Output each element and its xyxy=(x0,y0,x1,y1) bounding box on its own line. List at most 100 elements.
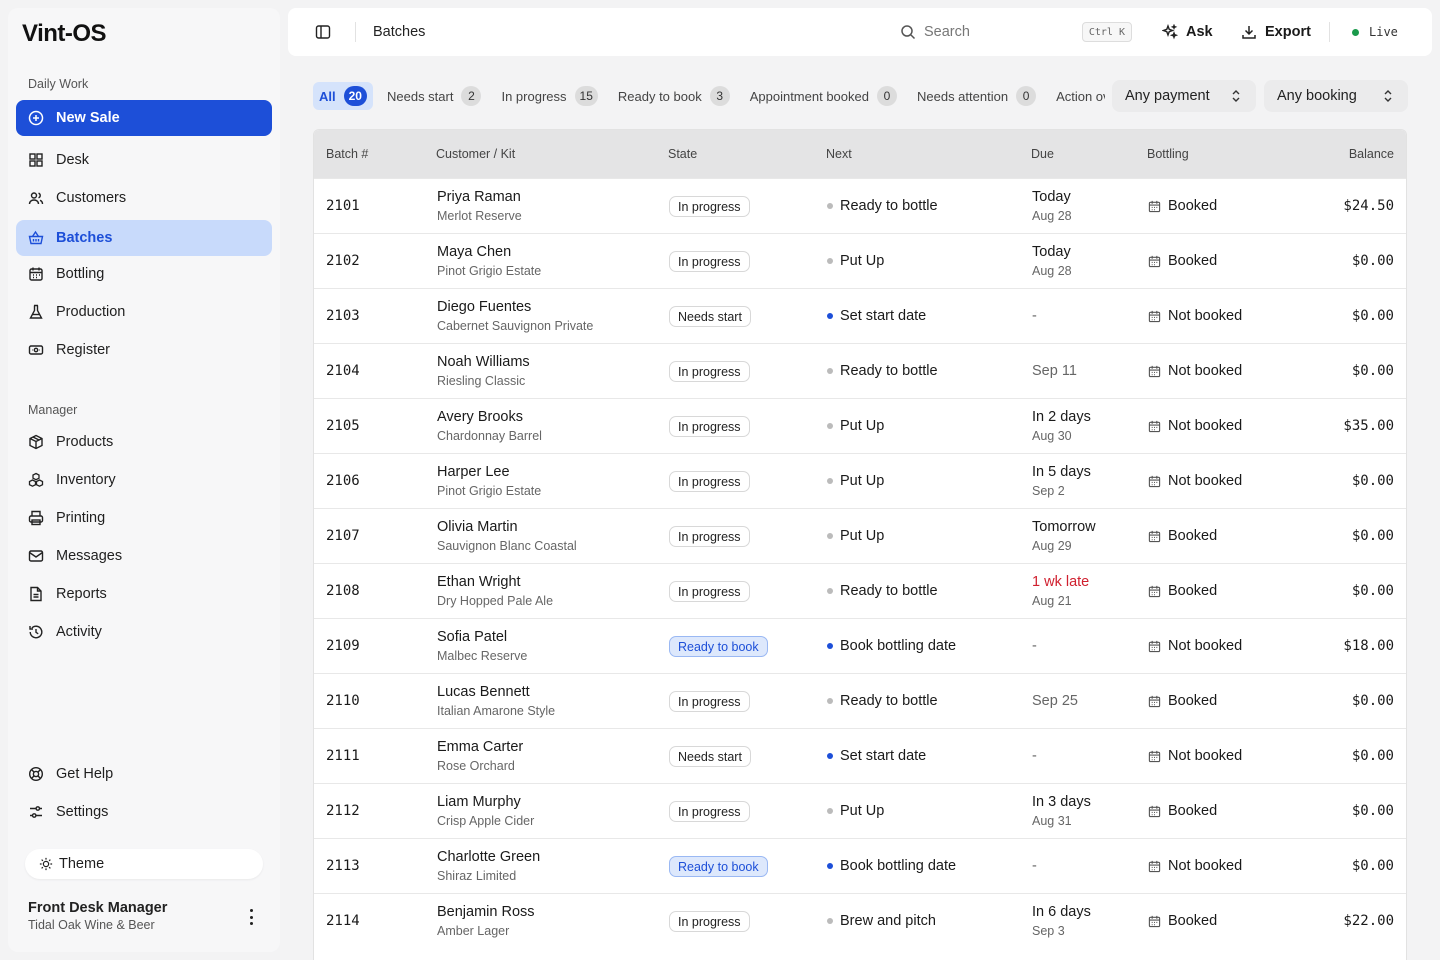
table-row[interactable]: 2101 Priya Raman Merlot Reserve In progress… xyxy=(314,178,1406,233)
due-label: Sep 11 xyxy=(1032,363,1077,379)
boxes-icon xyxy=(28,472,44,487)
kit-name: Cabernet Sauvignon Private xyxy=(437,319,594,333)
user-profile[interactable]: Front Desk Manager Tidal Oak Wine & Beer xyxy=(28,900,167,932)
table-row[interactable]: 2106 Harper Lee Pinot Grigio Estate In prog… xyxy=(314,453,1406,508)
due-date: Aug 31 xyxy=(1032,814,1072,828)
sidebar-item-register[interactable]: Register xyxy=(16,332,272,368)
more-options-icon[interactable] xyxy=(244,909,258,925)
table-row[interactable]: 2107 Olivia Martin Sauvignon Blanc Coastal… xyxy=(314,508,1406,563)
column-header-customer-kit[interactable]: Customer / Kit xyxy=(436,147,515,161)
calendar-icon xyxy=(1148,805,1161,817)
status-dot-icon xyxy=(827,258,833,264)
column-header-due[interactable]: Due xyxy=(1031,147,1054,161)
sidebar-item-messages[interactable]: Messages xyxy=(16,538,272,574)
table-row[interactable]: 2111 Emma Carter Rose Orchard Needs start Se… xyxy=(314,728,1406,783)
balance-amount: $0.00 xyxy=(1351,528,1394,544)
next-action: Set start date xyxy=(827,748,926,764)
filter-chip-action-overdue[interactable]: Action overdue xyxy=(1050,82,1105,110)
batch-number: 2102 xyxy=(326,253,360,269)
table-row[interactable]: 2110 Lucas Bennett Italian Amarone Style In… xyxy=(314,673,1406,728)
bottling-status: Booked xyxy=(1148,693,1217,709)
kit-name: Pinot Grigio Estate xyxy=(437,484,542,498)
search-input[interactable]: Search Ctrl K xyxy=(890,16,1142,48)
booking-filter-select[interactable]: Any booking xyxy=(1264,80,1408,112)
filter-chip-in-progress[interactable]: In progress 15 xyxy=(495,82,603,110)
bottling-status: Booked xyxy=(1148,913,1217,929)
basket-icon xyxy=(28,230,44,245)
sidebar-item-bottling[interactable]: Bottling xyxy=(16,256,272,292)
sidebar-item-label: Printing xyxy=(56,510,106,526)
payment-filter-select[interactable]: Any payment xyxy=(1112,80,1256,112)
table-row[interactable]: 2112 Liam Murphy Crisp Apple Cider In progr… xyxy=(314,783,1406,838)
theme-toggle[interactable]: Theme xyxy=(25,849,263,879)
balance-amount: $0.00 xyxy=(1351,473,1394,489)
due-date: Aug 28 xyxy=(1032,264,1072,278)
batch-number: 2107 xyxy=(326,528,360,544)
kit-name: Italian Amarone Style xyxy=(437,704,556,718)
state-badge: In progress xyxy=(669,416,750,437)
table-row[interactable]: 2103 Diego Fuentes Cabernet Sauvignon Priv… xyxy=(314,288,1406,343)
theme-label: Theme xyxy=(59,856,105,872)
sidebar-item-production[interactable]: Production xyxy=(16,294,272,330)
new-sale-button[interactable]: New Sale xyxy=(16,100,272,136)
chip-count: 3 xyxy=(709,86,730,106)
balance-amount: $24.50 xyxy=(1343,198,1394,214)
column-header-balance[interactable]: Balance xyxy=(1349,147,1394,161)
table-row[interactable]: 2113 Charlotte Green Shiraz Limited Ready t… xyxy=(314,838,1406,893)
balance-amount: $0.00 xyxy=(1351,363,1394,379)
status-dot-icon xyxy=(827,588,833,594)
next-action-label: Put Up xyxy=(840,528,885,544)
column-header-bottling[interactable]: Bottling xyxy=(1147,147,1189,161)
table-row[interactable]: 2104 Noah Williams Riesling Classic In prog… xyxy=(314,343,1406,398)
batch-number: 2101 xyxy=(326,198,360,214)
sidebar-item-settings[interactable]: Settings xyxy=(16,794,272,830)
kit-name: Riesling Classic xyxy=(437,374,526,388)
ask-button[interactable]: Ask xyxy=(1152,16,1223,48)
filter-chip-needs-attention[interactable]: Needs attention 0 xyxy=(911,82,1042,110)
filter-chip-appointment-booked[interactable]: Appointment booked 0 xyxy=(744,82,903,110)
table-row[interactable]: 2108 Ethan Wright Dry Hopped Pale Ale In pr… xyxy=(314,563,1406,618)
state-badge: In progress xyxy=(669,801,750,822)
search-icon xyxy=(901,25,916,40)
sidebar-item-customers[interactable]: Customers xyxy=(16,180,272,216)
due-label: 1 wk late xyxy=(1032,574,1090,590)
sidebar-item-activity[interactable]: Activity xyxy=(16,614,272,650)
next-action: Ready to bottle xyxy=(827,583,938,599)
sidebar-item-batches[interactable]: Batches xyxy=(16,220,272,256)
filter-chip-all[interactable]: All 20 xyxy=(313,82,373,110)
user-org: Tidal Oak Wine & Beer xyxy=(28,918,155,932)
balance-amount: $0.00 xyxy=(1351,693,1394,709)
bottling-label: Not booked xyxy=(1168,363,1243,379)
filter-chip-needs-start[interactable]: Needs start 2 xyxy=(381,82,487,110)
sidebar-item-inventory[interactable]: Inventory xyxy=(16,462,272,498)
chip-count: 0 xyxy=(876,86,897,106)
export-button[interactable]: Export xyxy=(1231,16,1321,48)
chip-label: Needs attention xyxy=(916,88,1009,104)
table-row[interactable]: 2105 Avery Brooks Chardonnay Barrel In prog… xyxy=(314,398,1406,453)
due-label: In 2 days xyxy=(1032,409,1091,425)
column-header-next[interactable]: Next xyxy=(826,147,852,161)
column-header-batch[interactable]: Batch # xyxy=(326,147,368,161)
sidebar-item-desk[interactable]: Desk xyxy=(16,142,272,178)
bottling-status: Not booked xyxy=(1148,748,1242,764)
customer-name: Olivia Martin xyxy=(437,519,518,535)
sidebar-toggle-icon[interactable] xyxy=(315,24,331,40)
state-badge: Ready to book xyxy=(669,636,768,657)
sidebar-item-products[interactable]: Products xyxy=(16,424,272,460)
app-logo[interactable]: Vint-OS xyxy=(22,20,107,48)
batch-number: 2104 xyxy=(326,363,360,379)
sparkle-icon xyxy=(1162,24,1178,40)
sidebar-item-printing[interactable]: Printing xyxy=(16,500,272,536)
filter-chip-ready-to-book[interactable]: Ready to book 3 xyxy=(612,82,736,110)
table-row[interactable]: 2109 Sofia Patel Malbec Reserve Ready to bo… xyxy=(314,618,1406,673)
sidebar-item-get-help[interactable]: Get Help xyxy=(16,756,272,792)
calendar-icon xyxy=(1148,200,1161,212)
table-row[interactable]: 2102 Maya Chen Pinot Grigio Estate In progr… xyxy=(314,233,1406,288)
sidebar-item-reports[interactable]: Reports xyxy=(16,576,272,612)
bottling-label: Booked xyxy=(1168,198,1218,214)
column-header-state[interactable]: State xyxy=(668,147,697,161)
batch-number: 2105 xyxy=(326,418,360,434)
batch-number: 2112 xyxy=(326,803,360,819)
table-row[interactable]: 2114 Benjamin Ross Amber Lager In progress B… xyxy=(314,893,1406,948)
payment-filter-value: Any payment xyxy=(1125,88,1210,104)
